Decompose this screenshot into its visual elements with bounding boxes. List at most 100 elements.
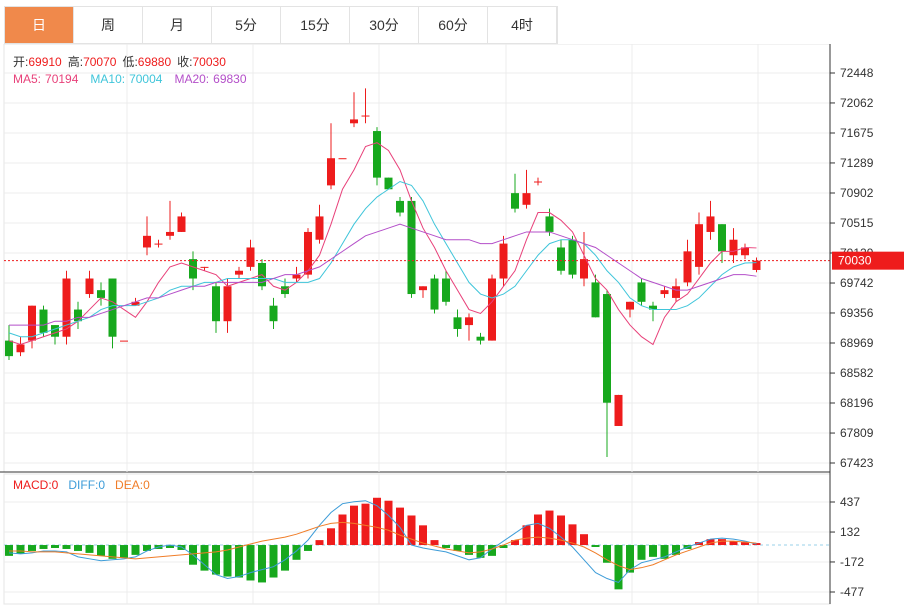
candle-body-62 (718, 224, 726, 252)
tab-1[interactable]: 周 (74, 7, 143, 43)
macd-bar-4 (51, 545, 59, 548)
macd-bar-25 (292, 545, 301, 560)
price-axis-label: 70515 (840, 216, 874, 230)
tab-5[interactable]: 30分 (350, 7, 419, 43)
candle-body-53 (614, 394, 623, 426)
macd-bar-45 (522, 525, 531, 546)
price-axis-label: 68582 (840, 366, 874, 380)
open-value: 69910 (28, 55, 62, 69)
ma10-value: 70004 (129, 72, 163, 86)
price-axis-label: 67809 (840, 426, 874, 440)
candle-body-38 (442, 278, 450, 302)
ma20-line (9, 223, 757, 326)
info-row: 开:69910 高:70070 低:69880 收:70030 (13, 54, 226, 69)
candle-body-46 (534, 181, 542, 183)
macd-bar-27 (315, 540, 324, 546)
candle-body-21 (246, 247, 255, 267)
candle-body-58 (672, 286, 680, 298)
macd-bar-51 (591, 545, 600, 547)
candle-body-5 (62, 278, 71, 337)
period-tabs: 日周月 5分 15分 30分 60分 4时 (4, 6, 558, 44)
candle-body-13 (154, 243, 163, 245)
macd-bar-2 (28, 545, 36, 551)
candle-body-41 (476, 336, 485, 341)
macd-bar-38 (442, 545, 450, 548)
diff-line (8, 500, 757, 584)
macd-bar-37 (430, 540, 439, 546)
macd-panel-frame (3, 473, 831, 605)
macd-label: MACD: (13, 478, 52, 492)
candle-body-35 (407, 200, 416, 295)
macd-bar-55 (637, 545, 646, 560)
macd-bar-11 (131, 545, 140, 555)
macd-bar-6 (74, 545, 82, 551)
candle-body-18 (212, 286, 220, 322)
tab-4[interactable]: 15分 (281, 7, 350, 43)
candle-body-54 (626, 301, 634, 310)
candle-body-36 (419, 286, 427, 291)
high-label: 高: (68, 54, 83, 69)
price-axis-label: 72448 (840, 66, 874, 80)
price-axis-label: 69356 (840, 306, 874, 320)
candle-body-45 (522, 193, 531, 205)
info-row: MACD:0 DIFF:0 DEA:0 (13, 478, 150, 492)
macd-bar-7 (85, 545, 94, 553)
close-label: 收: (177, 55, 192, 69)
candle-body-10 (120, 340, 128, 342)
tab-0[interactable]: 日 (5, 7, 74, 43)
macd-bar-33 (384, 500, 393, 546)
candle-body-52 (603, 294, 611, 403)
macd-bar-34 (396, 507, 404, 546)
candle-body-8 (97, 290, 105, 298)
candle-body-51 (591, 282, 600, 318)
tab-3[interactable]: 5分 (212, 7, 281, 43)
macd-bar-46 (534, 514, 542, 546)
candle-body-40 (465, 317, 473, 326)
price-axis-label: 68196 (840, 396, 874, 410)
candle-body-4 (51, 325, 59, 337)
price-axis-label: 70902 (840, 186, 874, 200)
dea-label: DEA: (115, 478, 143, 492)
candle-body-6 (74, 309, 82, 322)
kline-chart-svg[interactable]: 7244872062716757128970902705157012969742… (0, 43, 907, 606)
tab-7[interactable]: 4时 (488, 7, 557, 43)
chart-frame: 7244872062716757128970902705157012969742… (0, 43, 907, 606)
macd-bar-1 (16, 545, 25, 554)
candle-body-63 (729, 239, 738, 256)
candle-body-28 (327, 158, 335, 186)
diff-label: DIFF: (68, 478, 98, 492)
candle-body-30 (350, 119, 358, 124)
candle-body-48 (557, 247, 565, 271)
open-label: 开: (13, 55, 28, 69)
macd-bar-23 (269, 545, 278, 578)
low-label: 低: (122, 55, 137, 69)
ma5-value: 70194 (45, 72, 79, 86)
macd-bar-56 (649, 545, 657, 557)
candle-body-34 (396, 200, 404, 213)
candle-body-20 (235, 270, 243, 275)
tab-2[interactable]: 月 (143, 7, 212, 43)
dea-value: 0 (143, 478, 150, 492)
macd-bar-28 (327, 528, 335, 546)
candle-body-49 (568, 239, 577, 275)
candle-body-27 (315, 216, 324, 240)
candle-body-0 (5, 340, 13, 357)
high-value: 70070 (83, 55, 117, 69)
macd-bar-18 (212, 545, 220, 575)
candle-body-31 (361, 115, 370, 117)
ma20-value: 69830 (213, 72, 247, 86)
candle-body-47 (545, 216, 554, 232)
candle-body-12 (143, 235, 151, 248)
candle-body-44 (511, 193, 519, 209)
candle-body-14 (166, 231, 174, 236)
macd-value: 0 (52, 478, 59, 492)
candle-body-37 (430, 278, 439, 310)
candle-body-23 (269, 305, 278, 322)
price-axis-label: 69742 (840, 276, 874, 290)
macd-axis-label: 437 (840, 495, 860, 509)
candle-body-9 (108, 278, 117, 337)
macd-bar-5 (62, 545, 71, 549)
macd-axis-label: -477 (840, 585, 864, 599)
tab-6[interactable]: 60分 (419, 7, 488, 43)
ma20-label: MA20: (174, 72, 209, 86)
